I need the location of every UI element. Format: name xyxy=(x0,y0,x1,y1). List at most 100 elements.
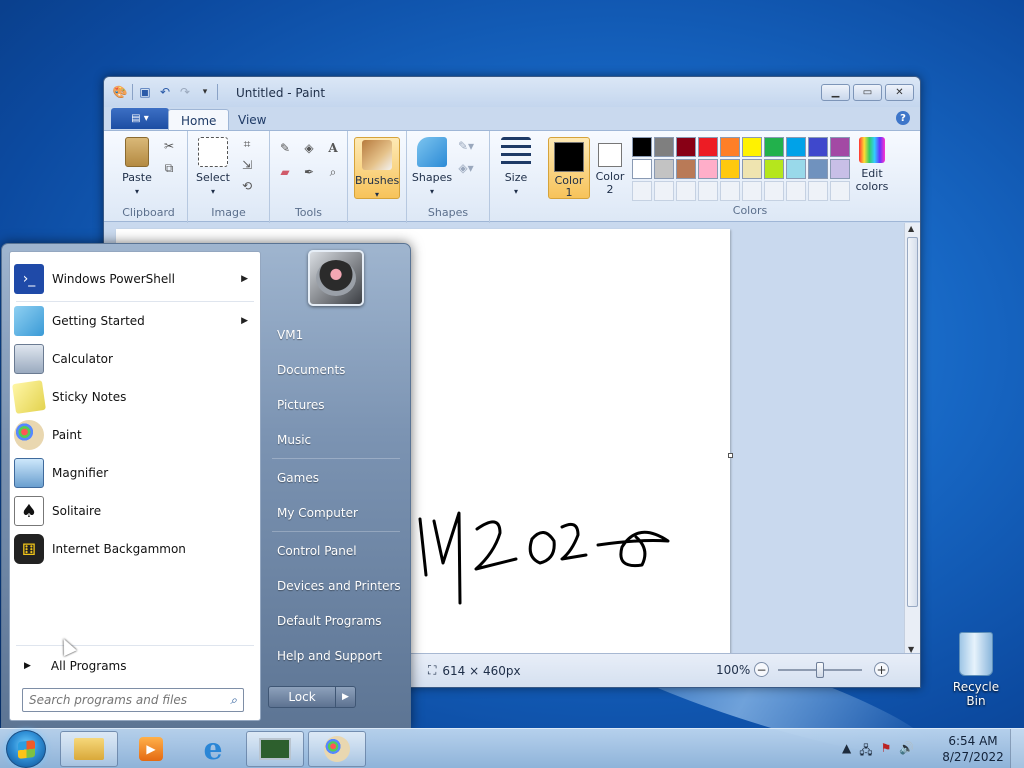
link-pictures[interactable]: Pictures xyxy=(266,388,402,421)
tab-home[interactable]: Home xyxy=(168,109,230,131)
resize-handle-right[interactable] xyxy=(728,453,733,458)
size-button[interactable]: Size ▾ xyxy=(496,137,536,197)
start-button[interactable] xyxy=(6,730,46,768)
zoom-slider-thumb[interactable] xyxy=(816,662,824,678)
scroll-up-icon[interactable]: ▲ xyxy=(908,224,914,233)
palette-swatch-empty[interactable] xyxy=(676,181,696,201)
shapes-button[interactable]: Shapes ▾ xyxy=(411,137,453,197)
taskbar-explorer[interactable] xyxy=(60,731,118,767)
close-button[interactable]: ✕ xyxy=(885,84,914,101)
palette-swatch-empty[interactable] xyxy=(654,181,674,201)
show-hidden-icons-icon[interactable]: ▲ xyxy=(842,741,851,762)
palette-swatch[interactable] xyxy=(632,159,652,179)
redo-icon[interactable]: ↷ xyxy=(177,84,193,100)
palette-swatch[interactable] xyxy=(676,159,696,179)
palette-swatch[interactable] xyxy=(698,159,718,179)
paint-titlebar[interactable]: 🎨 ▣ ↶ ↷ ▾ Untitled - Paint ▁ ▭ ✕ xyxy=(104,77,920,107)
user-picture[interactable] xyxy=(308,250,364,306)
outline-icon[interactable]: ✎▾ xyxy=(457,137,475,155)
palette-swatch-empty[interactable] xyxy=(742,181,762,201)
minimize-button[interactable]: ▁ xyxy=(821,84,850,101)
tab-view[interactable]: View xyxy=(226,109,278,131)
palette-swatch-empty[interactable] xyxy=(698,181,718,201)
search-icon[interactable]: ⌕ xyxy=(230,693,237,708)
palette-swatch-empty[interactable] xyxy=(808,181,828,201)
link-documents[interactable]: Documents xyxy=(266,353,402,386)
palette-swatch[interactable] xyxy=(808,159,828,179)
resize-icon[interactable]: ⇲ xyxy=(238,156,256,174)
paste-button[interactable]: Paste ▾ xyxy=(116,137,158,197)
lock-button[interactable]: Lock xyxy=(268,686,336,708)
palette-swatch[interactable] xyxy=(654,137,674,157)
palette-swatch-empty[interactable] xyxy=(632,181,652,201)
link-music[interactable]: Music xyxy=(266,423,402,456)
taskbar-paint[interactable] xyxy=(308,731,366,767)
search-input[interactable] xyxy=(29,693,215,707)
color1-button[interactable]: Color 1 xyxy=(548,137,590,199)
palette-swatch[interactable] xyxy=(676,137,696,157)
palette-swatch[interactable] xyxy=(720,137,740,157)
all-programs-button[interactable]: ▶ All Programs xyxy=(18,654,254,678)
link-help-support[interactable]: Help and Support xyxy=(266,639,402,672)
maximize-button[interactable]: ▭ xyxy=(853,84,882,101)
color-picker-icon[interactable]: ✒ xyxy=(300,163,318,181)
scrollbar-thumb[interactable] xyxy=(907,237,918,607)
link-my-computer[interactable]: My Computer xyxy=(266,496,402,529)
clock[interactable]: 6:54 AM 8/27/2022 xyxy=(940,733,1006,765)
program-item-sticky-notes[interactable]: Sticky Notes xyxy=(12,380,256,414)
program-item-solitaire[interactable]: ♠ Solitaire xyxy=(14,494,256,528)
palette-swatch-empty[interactable] xyxy=(786,181,806,201)
palette-swatch-empty[interactable] xyxy=(720,181,740,201)
fill-icon[interactable]: ◈▾ xyxy=(457,159,475,177)
fill-bucket-icon[interactable]: ◈ xyxy=(300,139,318,157)
palette-swatch[interactable] xyxy=(764,159,784,179)
program-item-magnifier[interactable]: Magnifier xyxy=(14,456,256,490)
palette-swatch-empty[interactable] xyxy=(830,181,850,201)
palette-swatch[interactable] xyxy=(720,159,740,179)
undo-icon[interactable]: ↶ xyxy=(157,84,173,100)
link-default-programs[interactable]: Default Programs xyxy=(266,604,402,637)
copy-icon[interactable]: ⧉ xyxy=(160,159,178,177)
palette-swatch[interactable] xyxy=(764,137,784,157)
start-search-box[interactable]: ⌕ xyxy=(22,688,244,712)
link-control-panel[interactable]: Control Panel xyxy=(266,534,402,567)
palette-swatch[interactable] xyxy=(830,137,850,157)
palette-swatch[interactable] xyxy=(698,137,718,157)
program-item-getting-started[interactable]: Getting Started ▶ xyxy=(14,304,256,338)
volume-icon[interactable]: 🔊 xyxy=(899,741,914,762)
action-center-flag-icon[interactable]: ⚑ xyxy=(881,741,892,762)
program-item-backgammon[interactable]: ⚅ Internet Backgammon xyxy=(14,532,256,566)
link-vm1[interactable]: VM1 xyxy=(266,318,402,351)
help-icon[interactable]: ? xyxy=(896,111,910,125)
link-games[interactable]: Games xyxy=(266,461,402,494)
program-item-calculator[interactable]: Calculator xyxy=(14,342,256,376)
program-item-paint[interactable]: Paint xyxy=(14,418,256,452)
palette-swatch[interactable] xyxy=(786,137,806,157)
select-button[interactable]: Select ▾ xyxy=(192,137,234,197)
paint-app-icon[interactable]: 🎨 xyxy=(112,84,128,100)
palette-swatch[interactable] xyxy=(654,159,674,179)
palette-swatch-empty[interactable] xyxy=(764,181,784,201)
eraser-icon[interactable]: ▰ xyxy=(276,163,294,181)
taskbar-media-player[interactable]: ▶ xyxy=(122,731,180,767)
palette-swatch[interactable] xyxy=(742,159,762,179)
link-devices-printers[interactable]: Devices and Printers xyxy=(266,569,402,602)
palette-swatch[interactable] xyxy=(742,137,762,157)
palette-swatch[interactable] xyxy=(808,137,828,157)
brushes-button[interactable]: Brushes ▾ xyxy=(354,137,400,199)
show-desktop-button[interactable] xyxy=(1010,729,1024,768)
network-icon[interactable]: 🖧 xyxy=(859,741,872,762)
shutdown-options-arrow-icon[interactable]: ▶ xyxy=(336,686,356,708)
customize-qat-icon[interactable]: ▾ xyxy=(197,84,213,100)
text-tool-icon[interactable]: A xyxy=(324,139,342,157)
edit-colors-button[interactable]: Edit colors xyxy=(852,137,892,193)
pencil-icon[interactable]: ✎ xyxy=(276,139,294,157)
rotate-icon[interactable]: ⟲ xyxy=(238,177,256,195)
crop-icon[interactable]: ⌗ xyxy=(238,135,256,153)
magnifier-tool-icon[interactable]: ⌕ xyxy=(324,163,342,181)
palette-swatch[interactable] xyxy=(786,159,806,179)
program-item-powershell[interactable]: ›_ Windows PowerShell ▶ xyxy=(14,262,256,296)
vertical-scrollbar[interactable]: ▲ ▼ xyxy=(904,223,920,655)
taskbar-internet-explorer[interactable]: e xyxy=(184,731,242,767)
palette-swatch[interactable] xyxy=(830,159,850,179)
